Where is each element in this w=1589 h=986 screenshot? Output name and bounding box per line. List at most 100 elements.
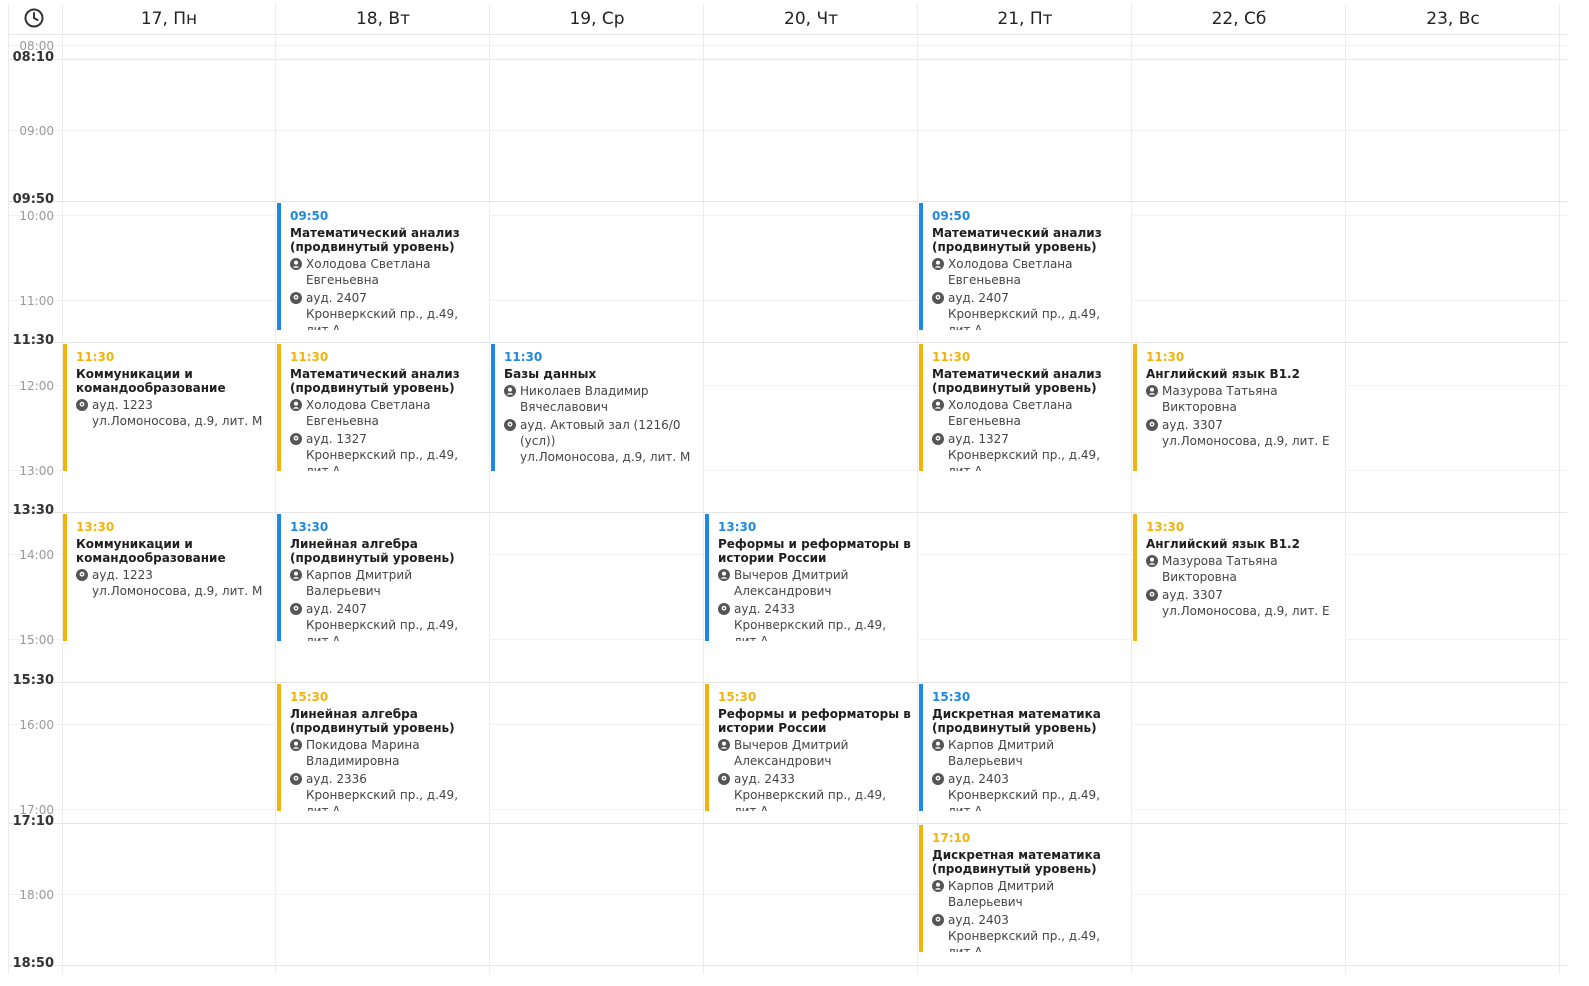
person-icon [932, 399, 944, 411]
schedule-event[interactable]: 09:50 Математический анализ (продвинутый … [277, 203, 489, 330]
event-title: Коммуникации и командообразование [76, 537, 226, 565]
schedule-event[interactable]: 13:30 Линейная алгебра (продвинутый урове… [277, 514, 489, 641]
event-address: Кронверкский пр., д.49, лит.А [948, 307, 1101, 330]
slot-gridline [8, 512, 1567, 513]
location-pin-icon [932, 914, 944, 926]
slot-time-label: 17:10 [12, 814, 54, 829]
column-divider [1131, 4, 1132, 974]
slot-gridline [8, 59, 1567, 60]
slot-time-label: 18:50 [12, 956, 54, 971]
schedule-event[interactable]: 11:30 Математический анализ (продвинутый … [919, 344, 1131, 471]
schedule-event[interactable]: 11:30 Английский язык B1.2 Мазурова Татьян… [1133, 344, 1345, 471]
event-location-row: ауд. 1327 Кронверкский пр., д.49, лит.А [290, 431, 483, 471]
event-teacher: Мазурова Татьяна Викторовна [1162, 554, 1278, 584]
schedule-event[interactable]: 13:30 Коммуникации и командообразование ау… [63, 514, 275, 641]
event-title: Английский язык B1.2 [1146, 537, 1300, 551]
day-header[interactable]: 18, Вт [276, 4, 490, 34]
hour-gridline [8, 45, 1567, 46]
event-address: Кронверкский пр., д.49, лит.А [948, 788, 1101, 811]
hour-label: 11:00 [19, 294, 54, 308]
event-room: ауд. 2407 [306, 602, 367, 616]
event-room: ауд. 1223 [92, 568, 153, 582]
day-header[interactable]: 19, Ср [490, 4, 704, 34]
hour-gridline [8, 130, 1567, 131]
event-title: Математический анализ (продвинутый урове… [290, 226, 460, 254]
column-divider [62, 4, 63, 974]
schedule-event[interactable]: 13:30 Английский язык B1.2 Мазурова Татьян… [1133, 514, 1345, 641]
event-location-row: ауд. 2403 Кронверкский пр., д.49, лит.А [932, 771, 1125, 811]
slot-gridline [8, 823, 1567, 824]
slot-gridline [8, 682, 1567, 683]
slot-gridline [8, 965, 1567, 966]
event-time: 15:30 [290, 690, 329, 704]
event-address: ул.Ломоносова, д.9, лит. М [520, 450, 691, 464]
schedule-event[interactable]: 15:30 Реформы и реформаторы в истории Рос… [705, 684, 917, 811]
event-room: ауд. 1327 [948, 432, 1009, 446]
hour-label: 16:00 [19, 718, 54, 732]
event-title: Дискретная математика (продвинутый урове… [932, 707, 1101, 735]
event-teacher: Карпов Дмитрий Валерьевич [306, 568, 412, 598]
schedule-event[interactable]: 15:30 Дискретная математика (продвинутый … [919, 684, 1131, 811]
event-location-row: ауд. 2403 Кронверкский пр., д.49, лит.А [932, 912, 1125, 952]
person-icon [290, 739, 302, 751]
event-room: ауд. 2403 [948, 913, 1009, 927]
column-divider [275, 4, 276, 974]
schedule-event[interactable]: 11:30 Базы данных Николаев Владимир Вячесл… [491, 344, 703, 471]
event-room: ауд. 2336 [306, 772, 367, 786]
schedule-event[interactable]: 09:50 Математический анализ (продвинутый … [919, 203, 1131, 330]
schedule-event[interactable]: 15:30 Линейная алгебра (продвинутый урове… [277, 684, 489, 811]
day-header[interactable]: 17, Пн [62, 4, 276, 34]
event-room: ауд. Актовый зал (1216/0 (усл)) [520, 418, 681, 448]
schedule-event[interactable]: 11:30 Коммуникации и командообразование ау… [63, 344, 275, 471]
location-pin-icon [932, 433, 944, 445]
event-time: 11:30 [76, 350, 115, 364]
location-pin-icon [718, 773, 730, 785]
event-address: Кронверкский пр., д.49, лит.А [734, 788, 887, 811]
event-time: 13:30 [1146, 520, 1185, 534]
event-room: ауд. 2433 [734, 772, 795, 786]
day-header[interactable]: 20, Чт [704, 4, 918, 34]
event-time: 15:30 [718, 690, 757, 704]
event-location-row: ауд. 2407 Кронверкский пр., д.49, лит.А [290, 290, 483, 330]
event-teacher-row: Вычеров Дмитрий Александрович [718, 737, 911, 769]
event-address: Кронверкский пр., д.49, лит.А [948, 448, 1101, 471]
location-pin-icon [290, 603, 302, 615]
event-title: Математический анализ (продвинутый урове… [932, 367, 1102, 395]
event-teacher-row: Вычеров Дмитрий Александрович [718, 567, 911, 599]
event-address: Кронверкский пр., д.49, лит.А [306, 307, 459, 330]
day-header[interactable]: 23, Вс [1346, 4, 1560, 34]
event-address: Кронверкский пр., д.49, лит.А [948, 929, 1101, 952]
event-title: Математический анализ (продвинутый урове… [932, 226, 1102, 254]
day-header[interactable]: 21, Пт [918, 4, 1132, 34]
column-divider [703, 4, 704, 974]
event-title: Линейная алгебра (продвинутый уровень) [290, 707, 455, 735]
event-teacher-row: Николаев Владимир Вячеславович [504, 383, 697, 415]
event-location-row: ауд. 2407 Кронверкский пр., д.49, лит.А [932, 290, 1125, 330]
event-room: ауд. 1327 [306, 432, 367, 446]
slot-time-label: 11:30 [12, 333, 54, 348]
event-room: ауд. 2407 [948, 291, 1009, 305]
event-teacher: Холодова Светлана Евгеньевна [948, 398, 1073, 428]
event-teacher: Карпов Дмитрий Валерьевич [948, 879, 1054, 909]
event-location-row: ауд. 1223 ул.Ломоносова, д.9, лит. М [76, 397, 269, 429]
schedule-event[interactable]: 11:30 Математический анализ (продвинутый … [277, 344, 489, 471]
event-location-row: ауд. Актовый зал (1216/0 (усл)) ул.Ломоно… [504, 417, 697, 465]
day-header[interactable]: 22, Сб [1132, 4, 1346, 34]
hour-label: 12:00 [19, 379, 54, 393]
clock-icon [24, 8, 44, 28]
event-location-row: ауд. 3307 ул.Ломоносова, д.9, лит. Е [1146, 417, 1339, 449]
event-teacher: Вычеров Дмитрий Александрович [734, 568, 849, 598]
schedule-event[interactable]: 13:30 Реформы и реформаторы в истории Рос… [705, 514, 917, 641]
event-time: 09:50 [932, 209, 971, 223]
event-teacher: Холодова Светлана Евгеньевна [306, 398, 431, 428]
schedule-event[interactable]: 17:10 Дискретная математика (продвинутый … [919, 825, 1131, 952]
event-time: 13:30 [718, 520, 757, 534]
location-pin-icon [76, 569, 88, 581]
event-address: Кронверкский пр., д.49, лит.А [306, 788, 459, 811]
location-pin-icon [932, 292, 944, 304]
event-room: ауд. 2407 [306, 291, 367, 305]
event-title: Линейная алгебра (продвинутый уровень) [290, 537, 455, 565]
event-room: ауд. 3307 [1162, 418, 1223, 432]
event-teacher-row: Холодова Светлана Евгеньевна [290, 256, 483, 288]
event-room: ауд. 2433 [734, 602, 795, 616]
